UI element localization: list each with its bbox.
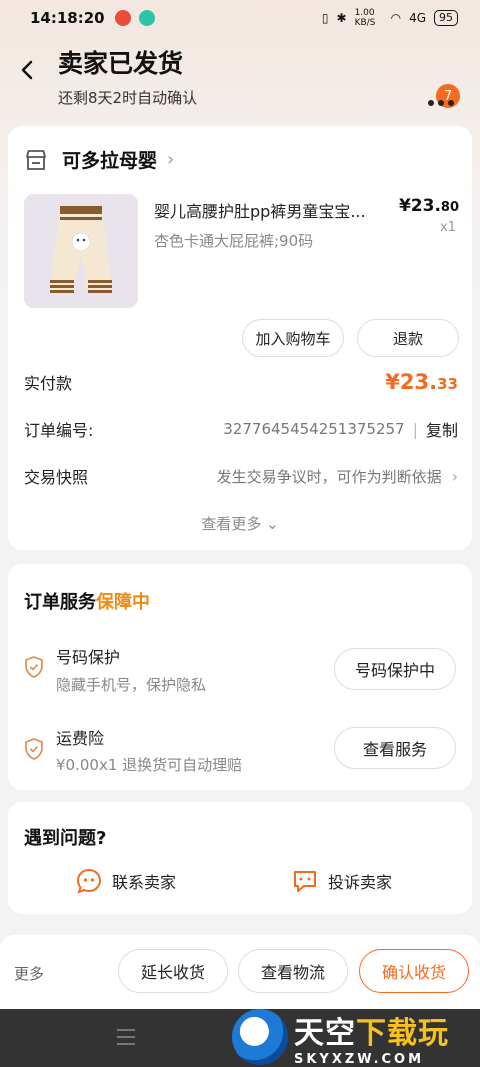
quantity: x1 xyxy=(440,220,456,235)
add-to-cart-button[interactable]: 加入购物车 xyxy=(242,319,344,357)
more-menu-icon[interactable] xyxy=(428,100,454,106)
number-protection-button[interactable]: 号码保护中 xyxy=(334,648,456,690)
snapshot-label: 交易快照 xyxy=(24,468,89,487)
vibrate-icon: ▯ xyxy=(321,11,329,25)
complaint-chat-icon xyxy=(294,871,316,892)
wifi-icon: ◠ xyxy=(390,11,402,25)
service-name: 号码保护 xyxy=(56,648,121,667)
back-icon[interactable] xyxy=(16,58,40,82)
service-name: 运费险 xyxy=(56,729,105,748)
chat-notification-icon xyxy=(138,10,155,26)
see-more-button[interactable]: 查看更多 ⌄ xyxy=(8,513,472,534)
shield-check-icon xyxy=(25,738,43,760)
product-image[interactable] xyxy=(24,194,138,308)
extend-receipt-button[interactable]: 延长收货 xyxy=(118,949,228,993)
shop-icon xyxy=(26,149,46,170)
chevron-right-icon: › xyxy=(451,466,458,486)
watermark-url: SKYXZW.COM xyxy=(294,1051,425,1067)
more-button[interactable]: 更多 xyxy=(14,963,44,984)
status-indicators: ▯ ✱ 1.00 KB/S ◠ 4G 95 xyxy=(322,8,458,28)
service-status: 保障中 xyxy=(96,592,150,613)
contact-seller-button[interactable]: 联系卖家 xyxy=(76,868,176,894)
product-title[interactable]: 婴儿高腰护肚pp裤男童宝宝... xyxy=(154,198,394,222)
product-sku: 杏色卡通大屁屁裤;90码 xyxy=(154,232,314,250)
battery-icon: 95 xyxy=(434,10,458,26)
refund-button[interactable]: 退款 xyxy=(357,319,459,357)
shop-link[interactable]: 可多拉母婴 › xyxy=(24,146,174,173)
status-time: 14:18:20 xyxy=(30,9,105,27)
view-logistics-button[interactable]: 查看物流 xyxy=(238,949,348,993)
help-card: 遇到问题? 联系卖家 投诉卖家 xyxy=(8,802,472,914)
divider: | xyxy=(412,419,418,439)
status-bar: 14:18:20 ▯ ✱ 1.00 KB/S ◠ 4G 95 xyxy=(0,0,480,36)
snapshot-hint: 发生交易争议时，可作为判断依据 xyxy=(216,467,442,486)
service-desc: ¥0.00x1 退换货可自动理赔 xyxy=(56,756,243,774)
order-number-value: 3277645454251375257 xyxy=(223,420,405,438)
page-title: 卖家已发货 xyxy=(58,49,184,78)
shield-check-icon xyxy=(25,656,43,678)
paid-amount: ¥23.33 xyxy=(385,370,458,394)
bluetooth-icon: ✱ xyxy=(336,11,347,25)
complain-seller-button[interactable]: 投诉卖家 xyxy=(292,868,392,894)
watermark: 天空下载玩 SKYXZW.COM xyxy=(232,1008,474,1067)
map-notification-icon xyxy=(114,10,131,26)
chat-face-icon xyxy=(76,868,102,894)
watermark-logo xyxy=(232,1009,288,1065)
network-speed: 1.00 KB/S xyxy=(354,8,376,28)
paid-label: 实付款 xyxy=(24,374,73,393)
order-card: 可多拉母婴 › 婴儿高腰护肚pp裤男童宝宝... 杏色卡通大屁屁裤;90码 ¥2… xyxy=(8,126,472,550)
page-header: 卖家已发货 还剩8天2时自动确认 7 xyxy=(0,36,480,110)
snapshot-row[interactable]: 交易快照 发生交易争议时，可作为判断依据 › xyxy=(24,464,458,488)
order-number-label: 订单编号: xyxy=(24,421,94,440)
copy-button[interactable]: 复制 xyxy=(426,417,458,441)
auto-confirm-countdown: 还剩8天2时自动确认 xyxy=(58,89,198,107)
watermark-brand: 天空下载玩 xyxy=(294,1015,449,1051)
service-title: 订单服务保障中 xyxy=(24,592,150,613)
confirm-receipt-button[interactable]: 确认收货 xyxy=(359,949,469,993)
network-type: 4G xyxy=(409,11,426,25)
unit-price: ¥23.80 xyxy=(398,196,459,216)
order-number-row: 订单编号: 3277645454251375257 | 复制 xyxy=(24,417,458,441)
shop-name: 可多拉母婴 xyxy=(62,150,158,172)
menu-icon[interactable] xyxy=(117,1029,135,1050)
help-title: 遇到问题? xyxy=(24,828,107,849)
service-desc: 隐藏手机号，保护隐私 xyxy=(56,676,207,694)
chevron-down-icon: ⌄ xyxy=(266,515,279,533)
order-service-card: 订单服务保障中 号码保护 隐藏手机号，保护隐私 号码保护中 运费险 ¥0.00x… xyxy=(8,564,472,790)
paid-amount-row: 实付款 ¥23.33 xyxy=(24,370,458,394)
chevron-right-icon: › xyxy=(167,149,175,170)
bottom-action-bar: 更多 延长收货 查看物流 确认收货 xyxy=(0,935,480,1009)
view-service-button[interactable]: 查看服务 xyxy=(334,727,456,769)
